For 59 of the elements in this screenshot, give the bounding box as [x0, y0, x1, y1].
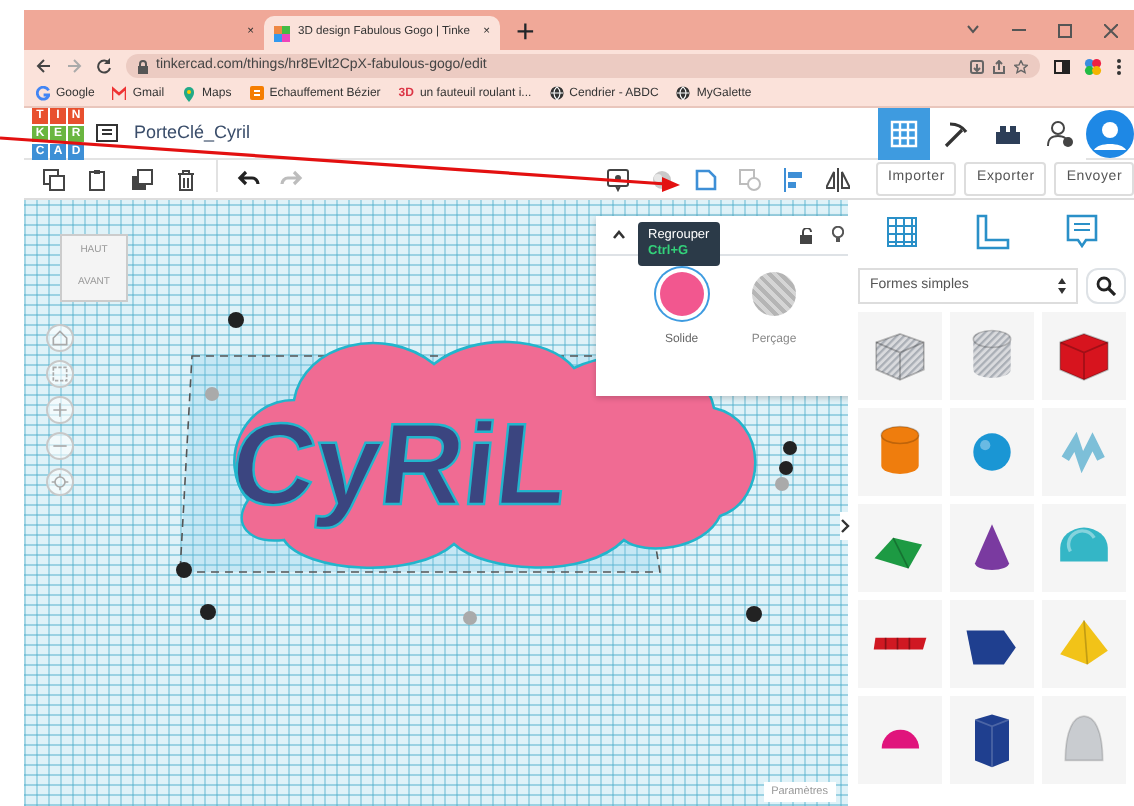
shape-tile[interactable]: [858, 600, 942, 688]
resize-handle[interactable]: [176, 562, 192, 578]
map-pin-icon: [182, 86, 197, 102]
clipboard-icon[interactable]: [86, 167, 110, 191]
avatar-icon[interactable]: [1086, 109, 1134, 157]
unlock-icon[interactable]: [800, 227, 814, 243]
list-icon[interactable]: [96, 124, 118, 142]
resize-handle[interactable]: [746, 606, 762, 622]
ruler-icon[interactable]: [971, 212, 1012, 252]
notes-icon[interactable]: [1061, 212, 1102, 252]
google-icon: [36, 86, 50, 102]
chevron-right-icon[interactable]: [840, 518, 850, 534]
blog-icon: [249, 86, 264, 102]
chevron-down-icon: [966, 23, 980, 33]
color-swatch[interactable]: [751, 272, 796, 316]
design-name[interactable]: PorteClé_Cyril: [134, 119, 878, 147]
add-user-icon[interactable]: [1046, 119, 1074, 147]
globe-icon: [676, 86, 691, 102]
resize-handle[interactable]: [463, 611, 477, 625]
orbit-icon[interactable]: [50, 472, 70, 492]
share-icon[interactable]: [992, 59, 1006, 73]
color-swatch[interactable]: [659, 272, 704, 316]
model-label: CyRiL: [225, 400, 574, 530]
maximize-icon: [1058, 23, 1072, 37]
close-icon: [1104, 23, 1118, 37]
install-icon[interactable]: [970, 59, 984, 73]
resize-handle[interactable]: [205, 387, 219, 401]
lock-icon: [138, 59, 148, 73]
new-tab-button[interactable]: +: [500, 18, 551, 50]
resize-handle[interactable]: [200, 604, 216, 620]
tinkercad-favicon: [274, 25, 290, 41]
star-icon[interactable]: [1014, 59, 1028, 73]
trash-icon[interactable]: [174, 167, 198, 191]
fit-icon[interactable]: [50, 364, 70, 384]
mirror-icon[interactable]: [826, 167, 850, 191]
globe-icon: [549, 86, 564, 102]
minimize-icon: [1012, 23, 1026, 33]
mail-icon: [112, 86, 127, 102]
resize-handle[interactable]: [228, 312, 244, 328]
align-icon[interactable]: [782, 167, 806, 191]
search-icon[interactable]: [1096, 276, 1116, 296]
workplane-icon[interactable]: [882, 212, 923, 252]
collapse-caret-icon[interactable]: [612, 230, 626, 240]
note-icon[interactable]: [606, 167, 630, 191]
more-vertical-icon[interactable]: [1116, 57, 1122, 75]
copy-icon[interactable]: [42, 167, 66, 191]
extension-icon[interactable]: [1084, 57, 1102, 75]
grid-icon: [890, 119, 918, 147]
back-arrow-icon[interactable]: [36, 58, 52, 74]
updown-icon: [1058, 278, 1066, 294]
group-icon[interactable]: [694, 167, 718, 191]
home-icon[interactable]: [50, 328, 70, 348]
sidebar-icon[interactable]: [1054, 59, 1070, 73]
duplicate-icon[interactable]: [130, 167, 154, 191]
reload-icon[interactable]: [96, 58, 112, 74]
undo-icon[interactable]: [236, 167, 260, 191]
shape-tile[interactable]: [858, 696, 942, 784]
bulb-icon[interactable]: [832, 226, 844, 244]
pickaxe-icon: [942, 119, 970, 147]
